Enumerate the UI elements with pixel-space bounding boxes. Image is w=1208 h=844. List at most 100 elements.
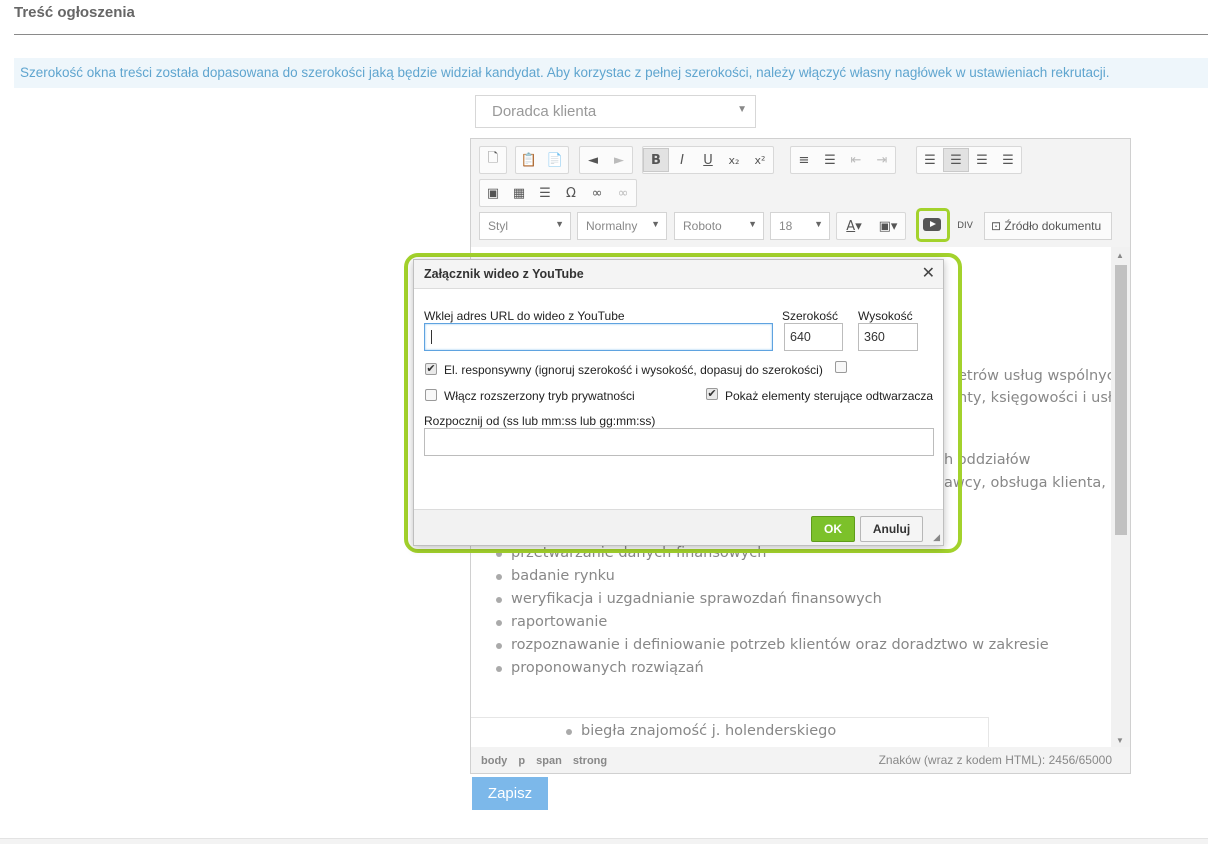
controls-label: Pokaż elementy sterujące odtwarzacza — [725, 389, 934, 403]
toolbar-group-insert: ▣ ▦ ☰ Ω ∞ ∞ — [479, 179, 637, 207]
numbered-list-icon[interactable]: ≡ — [791, 148, 817, 172]
editor-toolbar: 🗋 📋 📄 ◄ ► B I U x₂ x² ≡ ☰ ⇤ ⇥ ☰ ☰ ☰ ☰ ▣ … — [471, 139, 1130, 247]
special-char-icon[interactable]: Ω — [558, 181, 584, 205]
source-icon: ⊡ — [991, 219, 1002, 233]
height-input[interactable]: 360 — [858, 323, 918, 351]
bg-color-icon[interactable]: ▣▾ — [871, 214, 905, 238]
resize-grip-icon[interactable]: ◢ — [933, 532, 940, 543]
path-item-body[interactable]: body — [481, 755, 507, 767]
chevron-down-icon: ▼ — [651, 219, 660, 229]
youtube-url-input[interactable] — [424, 323, 773, 351]
outdent-icon[interactable]: ⇤ — [843, 148, 869, 172]
dialog-footer: OK Anuluj ◢ — [414, 509, 943, 545]
source-button-label: Źródło dokumentu — [1004, 219, 1102, 233]
italic-icon[interactable]: I — [669, 148, 695, 172]
paste-word-icon[interactable]: 📄 — [542, 148, 568, 172]
list-item: biegła znajomość j. holenderskiego — [565, 720, 836, 743]
superscript-icon[interactable]: x² — [747, 148, 773, 172]
scroll-up-icon[interactable]: ▲ — [1116, 251, 1124, 260]
width-label: Szerokość — [782, 309, 839, 323]
list-item: rozpoznawanie i definiowanie potrzeb kli… — [496, 634, 1049, 657]
font-size-combo-value: 18 — [779, 219, 793, 233]
toolbar-group-document: 🗋 — [479, 146, 507, 174]
ok-button[interactable]: OK — [811, 516, 855, 542]
path-item-span[interactable]: span — [536, 755, 562, 767]
list-item-continuation: proponowanych rozwiązań — [496, 657, 1049, 680]
youtube-icon[interactable] — [923, 218, 941, 231]
responsive-checkbox[interactable]: ✔ — [425, 363, 437, 375]
font-size-combo[interactable]: 18 ▼ — [770, 212, 830, 240]
editor-statusbar: body p span strong Znaków (wraz z kodem … — [471, 747, 1130, 773]
indent-icon[interactable]: ⇥ — [869, 148, 895, 172]
content-text: awcy, obsługa klienta, — [944, 475, 1106, 491]
char-counter: Znaków (wraz z kodem HTML): 2456/65000 — [878, 753, 1112, 767]
text-caret — [431, 330, 432, 344]
paste-text-icon[interactable]: 📋 — [516, 148, 542, 172]
scroll-down-icon[interactable]: ▼ — [1116, 736, 1124, 745]
link-icon[interactable]: ∞ — [584, 181, 610, 205]
horizontal-line-icon[interactable]: ☰ — [532, 181, 558, 205]
dialog-header: Załącznik wideo z YouTube ✕ — [414, 260, 943, 289]
text-color-icon[interactable]: A ▾ — [837, 214, 871, 238]
path-item-p[interactable]: p — [518, 755, 525, 767]
dialog-title: Załącznik wideo z YouTube — [424, 267, 584, 281]
url-label: Wklej adres URL do wideo z YouTube — [424, 309, 625, 323]
align-right-icon[interactable]: ☰ — [969, 148, 995, 172]
content-text: etrów usług wspólnych. — [958, 368, 1111, 384]
list-item: badanie rynku — [496, 565, 1049, 588]
page-bottom-divider — [0, 838, 1208, 844]
subscript-icon[interactable]: x₂ — [721, 148, 747, 172]
image-icon[interactable]: ▣ — [480, 181, 506, 205]
undo-icon[interactable]: ◄ — [580, 148, 606, 172]
div-icon[interactable]: DIV — [952, 214, 978, 238]
close-icon[interactable]: ✕ — [922, 263, 935, 282]
privacy-label: Włącz rozszerzony tryb prywatności — [444, 389, 635, 403]
cancel-button[interactable]: Anuluj — [860, 516, 923, 542]
section-title: Treść ogłoszenia — [14, 4, 135, 21]
toolbar-group-basicstyles: B I U x₂ x² — [642, 146, 774, 174]
privacy-checkbox[interactable] — [425, 389, 437, 401]
new-page-icon[interactable]: 🗋 — [480, 148, 506, 172]
width-input[interactable]: 640 — [784, 323, 843, 351]
toolbar-group-colors: A ▾ ▣▾ — [836, 212, 906, 240]
list-item: raportowanie — [496, 611, 1049, 634]
youtube-dialog: Załącznik wideo z YouTube ✕ Wklej adres … — [413, 259, 944, 546]
format-combo[interactable]: Normalny ▼ — [577, 212, 667, 240]
toolbar-group-align: ☰ ☰ ☰ ☰ — [916, 146, 1022, 174]
align-center-icon[interactable]: ☰ — [943, 148, 969, 172]
template-select[interactable]: Doradca klienta ▼ — [475, 95, 756, 128]
editor-scrollbar[interactable]: ▲ ▼ — [1111, 247, 1130, 747]
scroll-thumb[interactable] — [1115, 265, 1127, 535]
align-left-icon[interactable]: ☰ — [917, 148, 943, 172]
chevron-down-icon: ▼ — [814, 219, 823, 229]
path-item-strong[interactable]: strong — [573, 755, 607, 767]
bold-icon[interactable]: B — [643, 148, 669, 172]
format-combo-value: Normalny — [586, 219, 638, 233]
chevron-down-icon: ▼ — [555, 219, 564, 229]
controls-checkbox[interactable]: ✔ — [706, 388, 718, 400]
redo-icon[interactable]: ► — [606, 148, 632, 172]
table-icon[interactable]: ▦ — [506, 181, 532, 205]
start-time-label: Rozpocznij od (ss lub mm:ss lub gg:mm:ss… — [424, 414, 656, 428]
element-path: body p span strong — [481, 755, 615, 767]
style-combo[interactable]: Styl ▼ — [479, 212, 571, 240]
start-time-input[interactable] — [424, 428, 934, 456]
height-label: Wysokość — [858, 309, 913, 323]
font-combo[interactable]: Roboto ▼ — [674, 212, 764, 240]
content-text: nty, księgowości i usług — [958, 390, 1111, 406]
toolbar-group-history: ◄ ► — [579, 146, 633, 174]
bulleted-list-icon[interactable]: ☰ — [817, 148, 843, 172]
unlink-icon[interactable]: ∞ — [610, 181, 636, 205]
extra-checkbox[interactable] — [835, 361, 847, 373]
list-item: weryfikacja i uzgadnianie sprawozdań fin… — [496, 588, 1049, 611]
source-button[interactable]: ⊡ Źródło dokumentu — [984, 212, 1112, 240]
responsive-label: El. responsywny (ignoruj szerokość i wys… — [444, 363, 823, 377]
style-combo-value: Styl — [488, 219, 509, 233]
info-notice: Szerokość okna treści została dopasowana… — [14, 58, 1208, 88]
underline-icon[interactable]: U — [695, 148, 721, 172]
template-select-value: Doradca klienta — [492, 103, 597, 120]
chevron-down-icon: ▼ — [748, 219, 757, 229]
justify-icon[interactable]: ☰ — [995, 148, 1021, 172]
nested-list: biegła znajomość j. holenderskiego — [561, 720, 836, 743]
save-button[interactable]: Zapisz — [472, 777, 548, 810]
